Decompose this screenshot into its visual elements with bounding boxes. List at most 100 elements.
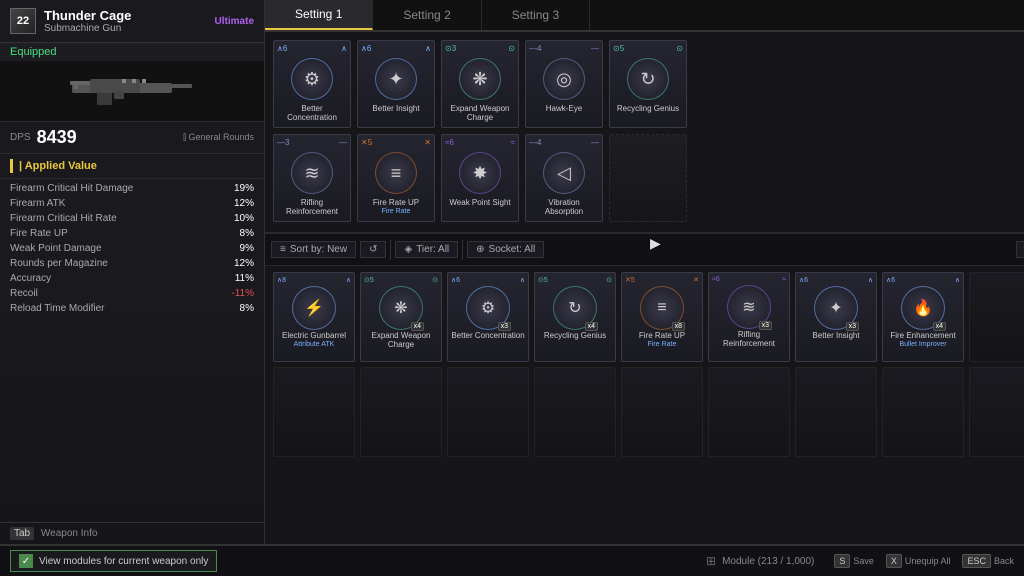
empty-browser-slot[interactable] [273,367,355,457]
empty-browser-slot[interactable] [969,367,1024,457]
stat-name: Firearm Critical Hit Damage [10,183,133,194]
browser-module-card[interactable]: ∧6∧🔥x4Fire EnhancementBullet Improver [882,272,964,362]
tier-icon: ◈ [404,244,412,255]
refresh-button[interactable]: ↺ [360,241,386,258]
dps-value: 8439 [37,127,77,148]
hotkey-label: Unequip All [905,556,951,566]
equipped-module-card[interactable]: ∧6✦Better Insight∧ [357,40,435,128]
equipped-module-card[interactable]: ⊙5↻Recycling Genius⊙ [609,40,687,128]
weapon-level: 22 [10,8,36,34]
equipped-modules: ∧6⚙Better Concentration∧∧6✦Better Insigh… [265,32,1024,233]
weapon-filter-checkbox[interactable]: ✓ [19,554,33,568]
hotkey-key: X [886,554,902,568]
empty-browser-slot[interactable] [621,367,703,457]
stat-value: 19% [234,183,254,194]
stat-name: Accuracy [10,273,51,284]
stat-name: Rounds per Magazine [10,258,108,269]
stat-row: Rounds per Magazine 12% [0,256,264,271]
browser-module-card[interactable]: ≈6≈≋x3Rifling Reinforcement [708,272,790,362]
hotkey-label: Save [853,556,874,566]
weapon-header: 22 Thunder Cage Submachine Gun Ultimate [0,0,264,43]
stat-value: 12% [234,198,254,209]
weapon-filter-checkbox-area[interactable]: ✓ View modules for current weapon only [10,550,217,572]
tab-setting-2[interactable]: Setting 2 [373,0,481,30]
browser-module-card[interactable]: ⊙5⊙↻x4Recycling Genius [534,272,616,362]
equipped-module-card[interactable]: ∧6⚙Better Concentration∧ [273,40,351,128]
empty-module-slot[interactable] [609,134,687,222]
weapon-rarity: Ultimate [215,16,254,27]
weapon-image-area [0,61,264,121]
sort-button[interactable]: ≡ Sort by: New [271,241,356,258]
module-browser: ≡ Sort by: New ↺ ◈ Tier: All [265,233,1024,544]
tier-filter-button[interactable]: ◈ Tier: All [395,241,458,258]
browser-row-empty [273,367,1024,457]
browser-module-card[interactable]: ⊙5⊙❋x4Expand Weapon Charge [360,272,442,362]
applied-value-title: | Applied Value [19,160,97,172]
weapon-silhouette [62,71,202,111]
stat-value: 9% [240,243,254,254]
bottom-nav: Tab Weapon Info [0,522,264,544]
tab-key: Tab [10,527,34,540]
empty-browser-slot[interactable] [708,367,790,457]
weapon-info: Thunder Cage Submachine Gun [44,8,215,34]
empty-browser-slot[interactable] [882,367,964,457]
empty-browser-slot[interactable] [795,367,877,457]
stat-name: Reload Time Modifier [10,303,104,314]
dps-row: DPS 8439 ⫿ General Rounds [0,121,264,154]
stat-value: 10% [234,213,254,224]
weapon-equipped-badge: Equipped [0,43,264,61]
module-count-value: Module (213 / 1,000) [722,556,814,567]
empty-browser-slot[interactable] [360,367,442,457]
stat-value: 8% [240,303,254,314]
stat-row: Firearm Critical Hit Damage 19% [0,181,264,196]
weapon-name: Thunder Cage [44,8,215,23]
browser-toolbar: ≡ Sort by: New ↺ ◈ Tier: All [265,234,1024,266]
left-panel: 22 Thunder Cage Submachine Gun Ultimate … [0,0,265,544]
stat-value: 12% [234,258,254,269]
empty-browser-slot[interactable] [447,367,529,457]
browser-module-card[interactable]: ∧6∧✦x3Better Insight [795,272,877,362]
dps-label: DPS [10,132,31,143]
equipped-module-card[interactable]: ⊙3❋Expand Weapon Charge⊙ [441,40,519,128]
stat-row: Reload Time Modifier 8% [0,301,264,316]
equipped-module-card[interactable]: ≈6✸Weak Point Sight≈ [441,134,519,222]
stat-name: Firearm Critical Hit Rate [10,213,117,224]
applied-value-header: | Applied Value [0,154,264,179]
ammo-type: ⫿ General Rounds [183,132,254,143]
browser-module-card[interactable]: ∧6∧⚙x3Better Concentration [447,272,529,362]
stat-name: Recoil [10,288,38,299]
setting-tabs: Setting 1 Setting 2 Setting 3 ⊞ [265,0,1024,32]
hotkey: SSave [834,554,874,568]
equipped-module-card[interactable]: —3≋Rifling Reinforcement— [273,134,351,222]
stat-row: Fire Rate UP8% [0,226,264,241]
tab-setting-1[interactable]: Setting 1 [265,0,373,30]
stat-row: Firearm ATK 12% [0,196,264,211]
modules-row-1: ∧6⚙Better Concentration∧∧6✦Better Insigh… [273,40,1024,128]
toolbar-divider-2 [462,240,463,260]
empty-browser-slot[interactable] [534,367,616,457]
weapon-filter-label: View modules for current weapon only [39,556,208,567]
equipped-module-card[interactable]: —4◎Hawk-Eye— [525,40,603,128]
hotkey-key: S [834,554,850,568]
browser-module-card[interactable]: ∧8∧⚡Electric GunbarrelAttribute ATK [273,272,355,362]
equipped-module-card[interactable]: ✕5≡Fire Rate UPFire Rate✕ [357,134,435,222]
modules-row-2: —3≋Rifling Reinforcement—✕5≡Fire Rate UP… [273,134,1024,222]
applied-value-bar [10,159,13,173]
stat-row: Firearm Critical Hit Rate 10% [0,211,264,226]
hotkey-key: ESC [962,554,991,568]
stat-name: Firearm ATK [10,198,65,209]
browser-grid: ∧8∧⚡Electric GunbarrelAttribute ATK⊙5⊙❋x… [265,266,1024,544]
socket-filter-button[interactable]: ⊕ Socket: All [467,241,544,258]
equipped-module-card[interactable]: —4◁Vibration Absorption— [525,134,603,222]
browser-row: ∧8∧⚡Electric GunbarrelAttribute ATK⊙5⊙❋x… [273,272,1024,362]
hotkey: XUnequip All [886,554,951,568]
stats-list: Firearm Critical Hit Damage 19% Firearm AT… [0,179,264,522]
empty-browser-slot[interactable] [969,272,1024,362]
socket-label: Socket: All [489,244,536,255]
stat-value: 11% [235,273,254,284]
sort-icon: ≡ [280,244,286,255]
browser-module-card[interactable]: ✕5✕≡x8Fire Rate UPFire Rate [621,272,703,362]
search-box: 🔍 [1016,241,1024,258]
tab-setting-3[interactable]: Setting 3 [482,0,590,30]
status-bar: ✓ View modules for current weapon only ⊞… [0,544,1024,576]
